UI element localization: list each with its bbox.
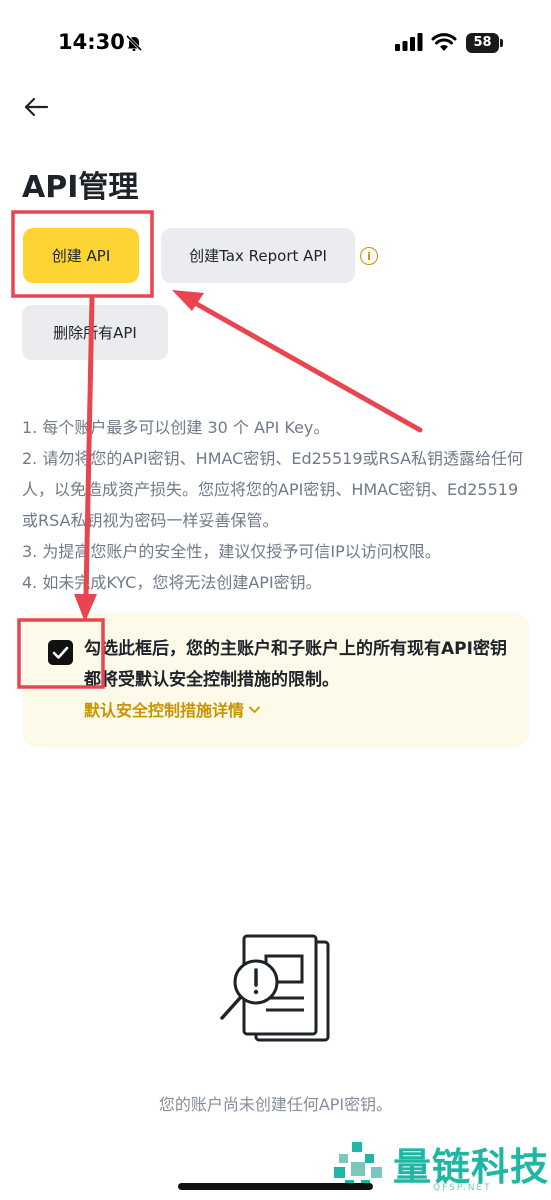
security-control-checkbox[interactable] (48, 640, 73, 665)
watermark-sub: QFSP.NET (433, 1183, 492, 1193)
info-circle-icon[interactable]: i (360, 247, 378, 265)
note-item: 4. 如未完成KYC，您将无法创建API密钥。 (22, 573, 322, 592)
security-notice-text: 勾选此框后，您的主账户和子账户上的所有现有API密钥都将受默认安全控制措施的限制… (84, 639, 507, 690)
note-item: 1. 每个账户最多可以创建 30 个 API Key。 (22, 418, 330, 437)
annotation-arrowhead (172, 290, 204, 311)
home-indicator (178, 1183, 373, 1190)
delete-all-api-button[interactable]: 删除所有API (22, 305, 168, 360)
security-details-label: 默认安全控制措施详情 (84, 701, 245, 720)
api-notes: 1. 每个账户最多可以创建 30 个 API Key。 2. 请勿将您的API密… (22, 412, 532, 598)
battery-icon: 58 (466, 33, 504, 53)
note-item: 2. 请勿将您的API密钥、HMAC密钥、Ed25519或RSA私钥透露给任何人… (22, 449, 524, 530)
annotation-arrow-line (183, 295, 423, 433)
battery-cap (500, 39, 503, 47)
cellular-signal-icon (395, 33, 423, 51)
battery-level: 58 (466, 33, 499, 53)
note-item: 3. 为提高您账户的安全性，建议仅授予可信IP以访问权限。 (22, 542, 441, 561)
chevron-down-icon (249, 706, 260, 713)
document-warning-icon (220, 934, 330, 1042)
empty-state-text: 您的账户尚未创建任何API密钥。 (158, 1095, 393, 1114)
bell-slash-icon (125, 34, 143, 52)
api-management-screen: 14:30 58 API管理 创建 API 创建Tax Report API i… (0, 0, 551, 1200)
status-time: 14:30 (58, 30, 125, 54)
wifi-icon (431, 33, 457, 51)
security-details-link[interactable]: 默认安全控制措施详情 (84, 697, 261, 721)
arrow-left-icon[interactable] (22, 95, 50, 119)
page-title: API管理 (22, 170, 139, 205)
create-api-button[interactable]: 创建 API (23, 228, 139, 283)
create-tax-report-api-button[interactable]: 创建Tax Report API (161, 228, 355, 283)
